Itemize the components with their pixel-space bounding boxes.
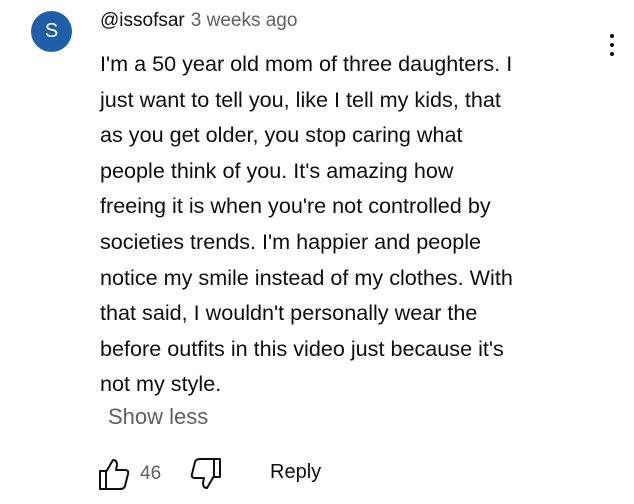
author-name[interactable]: @issofsar — [100, 10, 185, 32]
comment-text-line: not my style. — [100, 371, 222, 397]
comment-text-line: just want to tell you, like I tell my ki… — [100, 86, 501, 112]
comment-text-line: notice my smile instead of my clothes. W… — [100, 264, 513, 290]
reply-button[interactable]: Reply — [270, 461, 321, 484]
comment-text-line: that said, I wouldn't personally wear th… — [100, 300, 478, 326]
comment-thread: S @issofsar 3 weeks ago I'm a 50 year ol… — [0, 0, 634, 504]
comment-header: @issofsar 3 weeks ago — [100, 10, 297, 36]
comment-text-line: as you get older, you stop caring what — [100, 122, 463, 148]
comment-text: I'm a 50 year old mom of three daughters… — [100, 46, 590, 402]
thumb-down-icon[interactable] — [188, 456, 224, 492]
comment-text-line: freeing it is when you're not controlled… — [100, 193, 491, 219]
comment-actions: 46 Reply — [96, 456, 356, 492]
more-vert-icon[interactable] — [602, 30, 622, 62]
show-less-button[interactable]: Show less — [108, 404, 208, 430]
comment-text-line: I'm a 50 year old mom of three daughters… — [100, 51, 513, 76]
comment-text-line: societies trends. I'm happier and people — [100, 228, 482, 254]
like-count: 46 — [140, 463, 162, 484]
comment-text-line: people think of you. It's amazing how — [100, 157, 454, 183]
thumb-up-icon[interactable] — [96, 456, 132, 492]
comment-text-line: before outfits in this video just becaus… — [100, 335, 504, 361]
avatar[interactable]: S — [31, 11, 72, 52]
comment-timestamp[interactable]: 3 weeks ago — [191, 10, 298, 32]
